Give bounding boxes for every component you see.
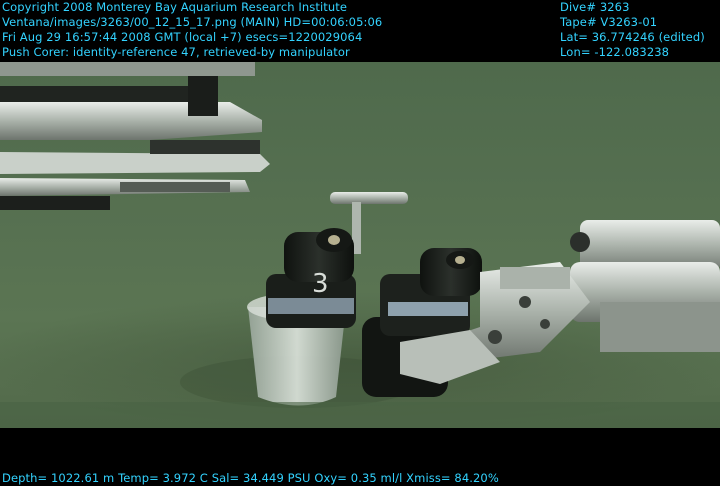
longitude: Lon= -122.083238 [560,45,670,59]
copyright-line: Copyright 2008 Monterey Bay Aquarium Res… [2,0,348,14]
scene-illustration: 3 [0,62,720,428]
timestamp-line: Fri Aug 29 16:57:44 2008 GMT (local +7) … [2,30,363,44]
latitude: Lat= 36.774246 (edited) [560,30,705,44]
image-path-line: Ventana/images/3263/00_12_15_17.png (MAI… [2,15,383,29]
manipulator-claw [0,62,270,210]
tape-number: Tape# V3263-01 [560,15,658,29]
event-line: Push Corer: identity-reference 47, retri… [2,45,350,59]
sensor-readout-line: Depth= 1022.61 m Temp= 3.972 C Sal= 34.4… [2,471,499,485]
core-number-label: 3 [312,269,329,299]
overlay-left-block: Copyright 2008 Monterey Bay Aquarium Res… [2,0,382,60]
seafloor-scene: 3 [0,62,720,428]
dive-number: Dive# 3263 [560,0,630,14]
video-frame: 3 Copyright 2008 Monterey Bay Aquarium R… [0,0,720,486]
overlay-right-block: Dive# 3263 Tape# V3263-01 Lat= 36.774246… [560,0,705,60]
